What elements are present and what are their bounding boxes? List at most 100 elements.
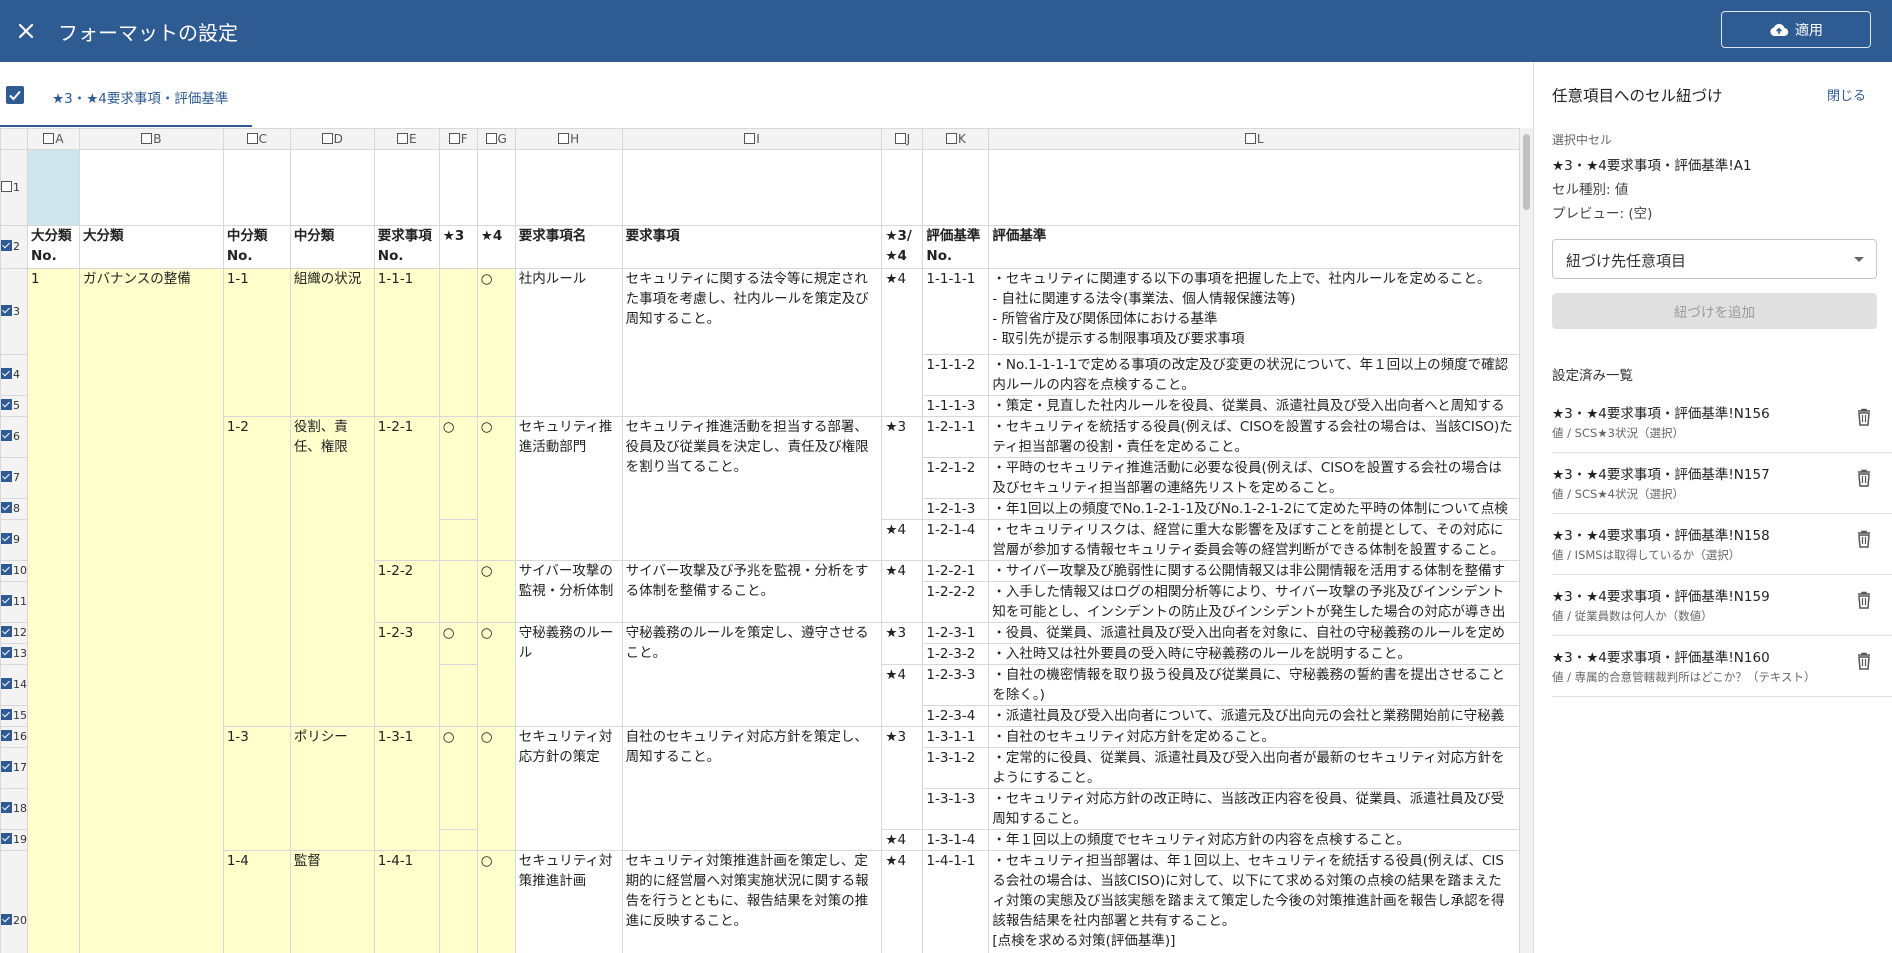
cell[interactable]: 大分類 No. bbox=[27, 225, 80, 269]
row-header-1[interactable]: 1 bbox=[0, 149, 28, 226]
cell[interactable]: ・セキュリティリスクは、経営に重大な影響を及ぼすことを前提として、その対応に 営… bbox=[988, 519, 1520, 561]
cell[interactable]: 1-3-1-2 bbox=[922, 747, 990, 789]
cell[interactable]: 1-1-1-2 bbox=[922, 354, 990, 396]
cell[interactable]: ★4 bbox=[881, 519, 924, 561]
cell[interactable]: 1-3-1 bbox=[373, 726, 440, 851]
row-header-15[interactable]: 15 bbox=[0, 705, 28, 727]
cell[interactable] bbox=[373, 149, 440, 226]
cell[interactable]: ★3 bbox=[881, 726, 924, 830]
spreadsheet-grid[interactable]: A B C D E F G H I J K L 1 2 大分類 No. 大分類 … bbox=[0, 128, 1520, 953]
row-checkbox[interactable] bbox=[1, 761, 12, 772]
cell[interactable]: 評価基準 No. bbox=[922, 225, 990, 269]
cell[interactable]: セキュリティ対応方針の策定 bbox=[514, 726, 623, 851]
cell[interactable]: セキュリティ対策推進計画 bbox=[514, 850, 623, 953]
cell[interactable] bbox=[514, 149, 623, 226]
cell[interactable]: 1-4 bbox=[222, 850, 291, 953]
cell[interactable]: ○ bbox=[476, 622, 516, 727]
row-checkbox[interactable] bbox=[1, 626, 12, 637]
cell[interactable]: 1-2-1 bbox=[373, 416, 440, 561]
trash-icon[interactable] bbox=[1855, 407, 1873, 427]
cell[interactable]: ・セキュリティ対応方針の改正時に、当該改正内容を役員、従業員、派遣社員及び受 周… bbox=[988, 788, 1520, 830]
cell[interactable]: 1-2-1-4 bbox=[922, 519, 990, 561]
cell[interactable]: ・セキュリティに関連する以下の事項を把握した上で、社内ルールを定めること。 - … bbox=[988, 268, 1520, 355]
column-checkbox[interactable] bbox=[558, 133, 570, 144]
cell[interactable]: セキュリティ対策推進計画を策定し、定期的に経営層へ対策実施状況に関する報告を行う… bbox=[621, 850, 883, 953]
cell[interactable]: 1-1-1 bbox=[373, 268, 440, 417]
cell[interactable]: ★4 bbox=[881, 829, 924, 851]
cell[interactable]: ・役員、従業員、派遣社員及び受入出向者を対象に、自社の守秘義務のルールを定め bbox=[988, 622, 1520, 644]
row-checkbox[interactable] bbox=[1, 240, 12, 251]
cell[interactable]: ○ bbox=[438, 726, 478, 830]
cell[interactable]: 1-2-3 bbox=[373, 622, 440, 727]
cell[interactable]: 1-4-1 bbox=[373, 850, 440, 953]
column-checkbox[interactable] bbox=[485, 133, 497, 144]
cell[interactable]: サイバー攻撃及び予兆を監視・分析をする体制を整備すること。 bbox=[621, 560, 883, 623]
cell[interactable]: ★3 bbox=[438, 225, 478, 269]
column-checkbox[interactable] bbox=[396, 133, 408, 144]
row-checkbox[interactable] bbox=[1, 399, 12, 410]
row-checkbox[interactable] bbox=[1, 678, 12, 689]
cell[interactable] bbox=[438, 829, 478, 851]
cell[interactable]: セキュリティに関する法令等に規定された事項を考慮し、社内ルールを策定及び周知する… bbox=[621, 268, 883, 417]
cell[interactable]: 1-4-1-1 bbox=[922, 850, 990, 953]
cell[interactable]: ポリシー bbox=[289, 726, 375, 851]
row-checkbox[interactable] bbox=[1, 913, 12, 925]
cell[interactable]: 評価基準 bbox=[988, 225, 1520, 269]
cell[interactable]: 社内ルール bbox=[514, 268, 623, 417]
close-button[interactable] bbox=[10, 15, 42, 47]
cell[interactable]: ○ bbox=[476, 726, 516, 851]
cell[interactable] bbox=[289, 149, 375, 226]
cell[interactable]: 1-2-2-1 bbox=[922, 560, 990, 582]
cell[interactable]: 1-2 bbox=[222, 416, 291, 727]
link-target-select[interactable]: 紐づけ先任意項目 bbox=[1552, 239, 1877, 279]
row-checkbox[interactable] bbox=[1, 730, 12, 741]
row-checkbox[interactable] bbox=[1, 833, 12, 844]
cell[interactable]: 役割、責任、権限 bbox=[289, 416, 375, 727]
row-header-16[interactable]: 16 bbox=[0, 726, 28, 748]
row-checkbox[interactable] bbox=[1, 647, 12, 658]
cell[interactable]: ・年1回以上の頻度でNo.1-2-1-1及びNo.1-2-1-2にて定めた平時の… bbox=[988, 498, 1520, 520]
cell[interactable]: ★4 bbox=[881, 560, 924, 623]
cell[interactable]: ・自社のセキュリティ対応方針を定めること。 bbox=[988, 726, 1520, 748]
row-checkbox[interactable] bbox=[1, 709, 12, 720]
column-checkbox[interactable] bbox=[894, 133, 906, 144]
row-header-8[interactable]: 8 bbox=[0, 498, 28, 520]
cell[interactable]: ★3 bbox=[881, 622, 924, 665]
row-checkbox[interactable] bbox=[1, 368, 12, 379]
row-header-3[interactable]: 3 bbox=[0, 268, 28, 355]
cell[interactable]: 1-2-3-3 bbox=[922, 664, 990, 706]
cell[interactable]: 1-2-1-2 bbox=[922, 457, 990, 499]
column-checkbox[interactable] bbox=[43, 133, 55, 144]
column-checkbox[interactable] bbox=[321, 133, 333, 144]
cell[interactable] bbox=[438, 149, 478, 226]
column-header-c[interactable]: C bbox=[222, 128, 291, 150]
cell[interactable]: ・No.1-1-1-1で定める事項の改定及び変更の状況について、年１回以上の頻度… bbox=[988, 354, 1520, 396]
cell[interactable]: 1-3 bbox=[222, 726, 291, 851]
cell[interactable] bbox=[922, 149, 990, 226]
cell[interactable]: 守秘義務のルール bbox=[514, 622, 623, 727]
trash-icon[interactable] bbox=[1855, 529, 1873, 549]
column-header-g[interactable]: G bbox=[476, 128, 516, 150]
cell[interactable] bbox=[621, 149, 883, 226]
column-checkbox[interactable] bbox=[141, 133, 153, 144]
column-header-b[interactable]: B bbox=[78, 128, 224, 150]
cell[interactable] bbox=[881, 149, 924, 226]
cell[interactable]: 1-2-3-1 bbox=[922, 622, 990, 644]
cell[interactable]: ・サイバー攻撃及び脆弱性に関する公開情報又は非公開情報を活用する体制を整備す bbox=[988, 560, 1520, 582]
cell[interactable]: ・自社の機密情報を取り扱う役員及び従業員に、守秘義務の誓約書を提出させること を… bbox=[988, 664, 1520, 706]
cell[interactable]: ○ bbox=[476, 268, 516, 417]
cell[interactable]: ★3/ ★4 bbox=[881, 225, 924, 269]
cell[interactable]: 大分類 bbox=[78, 225, 224, 269]
row-checkbox[interactable] bbox=[1, 180, 12, 192]
cell[interactable] bbox=[438, 560, 478, 623]
cell[interactable] bbox=[438, 850, 478, 953]
cell[interactable]: ・年１回以上の頻度でセキュリティ対応方針の内容を点検すること。 bbox=[988, 829, 1520, 851]
row-header-7[interactable]: 7 bbox=[0, 457, 28, 499]
cell[interactable]: ★4 bbox=[881, 268, 924, 417]
row-header-4[interactable]: 4 bbox=[0, 354, 28, 396]
cell[interactable] bbox=[988, 149, 1520, 226]
cell[interactable]: ★4 bbox=[881, 664, 924, 727]
row-header-20[interactable]: 20 bbox=[0, 850, 28, 953]
column-header-j[interactable]: J bbox=[881, 128, 924, 150]
cell[interactable]: サイバー攻撃の監視・分析体制 bbox=[514, 560, 623, 623]
